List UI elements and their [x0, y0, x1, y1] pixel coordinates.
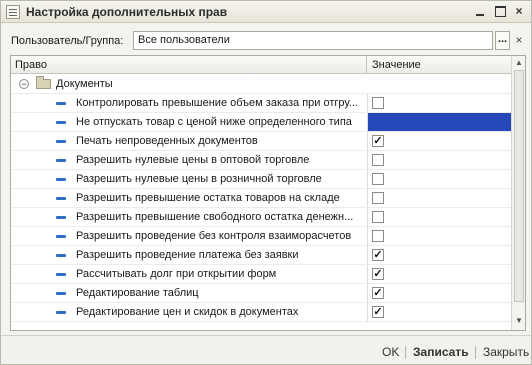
right-item-icon — [56, 254, 66, 257]
value-cell[interactable] — [367, 94, 511, 112]
scroll-up-icon[interactable]: ▲ — [513, 57, 525, 69]
value-cell[interactable] — [367, 113, 511, 131]
right-name: Документы — [56, 78, 113, 90]
table-row[interactable]: Контролировать превышение объем заказа п… — [11, 94, 511, 113]
value-checkbox[interactable] — [372, 230, 384, 242]
value-checkbox[interactable] — [372, 97, 384, 109]
value-cell[interactable]: ✓ — [367, 132, 511, 150]
table-body: − Документы Контролировать превышение объе… — [11, 75, 511, 330]
right-name: Разрешить нулевые цены в оптовой торговл… — [76, 154, 310, 166]
column-header-value[interactable]: Значение — [372, 59, 421, 71]
right-name: Разрешить превышение свободного остатка … — [76, 211, 354, 223]
value-cell[interactable] — [367, 170, 511, 188]
right-item-icon — [56, 197, 66, 200]
clear-button[interactable]: × — [512, 31, 526, 50]
close-button[interactable]: Закрыть — [483, 345, 529, 359]
value-cell[interactable] — [367, 227, 511, 245]
table-row[interactable]: Разрешить нулевые цены в оптовой торговл… — [11, 151, 511, 170]
right-item-icon — [56, 102, 66, 105]
right-name: Разрешить проведение без контроля взаимо… — [76, 230, 352, 242]
value-cell[interactable]: ✓ — [367, 246, 511, 264]
value-checkbox[interactable]: ✓ — [372, 268, 384, 280]
table-header: Право Значение — [11, 56, 511, 74]
vertical-scrollbar[interactable]: ▲ ▼ — [511, 56, 525, 330]
right-item-icon — [56, 121, 66, 124]
folder-icon — [36, 76, 51, 89]
table-row[interactable]: Редактирование таблиц ✓ — [11, 284, 511, 303]
table-row[interactable]: Разрешить превышение остатка товаров на … — [11, 189, 511, 208]
right-name: Не отпускать товар с ценой ниже определе… — [76, 116, 352, 128]
right-item-icon — [56, 216, 66, 219]
right-item-icon — [56, 311, 66, 314]
right-name: Редактирование цен и скидок в документах — [76, 306, 299, 318]
rights-table: Право Значение − Документы Контролировать … — [10, 55, 526, 331]
right-name: Разрешить проведение платежа без заявки — [76, 249, 299, 261]
ok-button[interactable]: OK — [382, 345, 399, 359]
value-checkbox[interactable]: ✓ — [372, 249, 384, 261]
right-item-icon — [56, 178, 66, 181]
value-cell[interactable] — [367, 208, 511, 226]
value-checkbox[interactable]: ✓ — [372, 306, 384, 318]
maximize-button[interactable] — [493, 4, 507, 18]
window-title: Настройка дополнительных прав — [26, 5, 228, 19]
user-group-label: Пользователь/Группа: — [11, 35, 124, 47]
collapse-icon[interactable]: − — [19, 79, 29, 89]
scroll-thumb[interactable] — [514, 70, 524, 302]
table-row[interactable]: Печать непроведенных документов ✓ — [11, 132, 511, 151]
right-item-icon — [56, 159, 66, 162]
minimize-button[interactable] — [473, 4, 487, 18]
close-icon[interactable]: × — [512, 4, 526, 18]
value-checkbox[interactable]: ✓ — [372, 287, 384, 299]
scroll-down-icon[interactable]: ▼ — [513, 315, 525, 327]
column-header-right[interactable]: Право — [15, 59, 47, 71]
value-checkbox[interactable]: ✓ — [372, 135, 384, 147]
value-cell[interactable] — [367, 189, 511, 207]
value-cell[interactable]: ✓ — [367, 265, 511, 283]
value-cell[interactable]: ✓ — [367, 303, 511, 321]
save-button[interactable]: Записать — [413, 345, 469, 359]
right-item-icon — [56, 140, 66, 143]
dialog-window: Настройка дополнительных прав × Пользова… — [0, 0, 532, 365]
right-item-icon — [56, 235, 66, 238]
right-name: Рассчитывать долг при открытии форм — [76, 268, 277, 280]
right-name: Разрешить нулевые цены в розничной торго… — [76, 173, 322, 185]
table-row[interactable]: Разрешить превышение свободного остатка … — [11, 208, 511, 227]
value-cell[interactable] — [367, 151, 511, 169]
right-name: Контролировать превышение объем заказа п… — [76, 97, 358, 109]
table-row[interactable]: Разрешить нулевые цены в розничной торго… — [11, 170, 511, 189]
right-item-icon — [56, 292, 66, 295]
user-group-field[interactable]: Все пользователи — [133, 31, 493, 50]
value-checkbox[interactable] — [372, 211, 384, 223]
footer-bar: OK Записать Закрыть — [1, 335, 531, 364]
select-button[interactable]: ... — [495, 31, 510, 50]
title-bar: Настройка дополнительных прав × — [1, 1, 531, 23]
value-checkbox[interactable] — [372, 173, 384, 185]
table-row[interactable]: Не отпускать товар с ценой ниже определе… — [11, 113, 511, 132]
right-name: Редактирование таблиц — [76, 287, 199, 299]
table-row[interactable]: Разрешить проведение без контроля взаимо… — [11, 227, 511, 246]
value-checkbox[interactable] — [372, 154, 384, 166]
folder-row[interactable]: − Документы — [11, 75, 511, 94]
right-item-icon — [56, 273, 66, 276]
table-row[interactable]: Разрешить проведение платежа без заявки ✓ — [11, 246, 511, 265]
table-row[interactable]: Редактирование цен и скидок в документах… — [11, 303, 511, 322]
value-cell[interactable]: ✓ — [367, 284, 511, 302]
right-name: Печать непроведенных документов — [76, 135, 258, 147]
document-icon — [6, 5, 20, 19]
value-checkbox[interactable] — [372, 192, 384, 204]
table-row[interactable]: Рассчитывать долг при открытии форм ✓ — [11, 265, 511, 284]
right-name: Разрешить превышение остатка товаров на … — [76, 192, 340, 204]
